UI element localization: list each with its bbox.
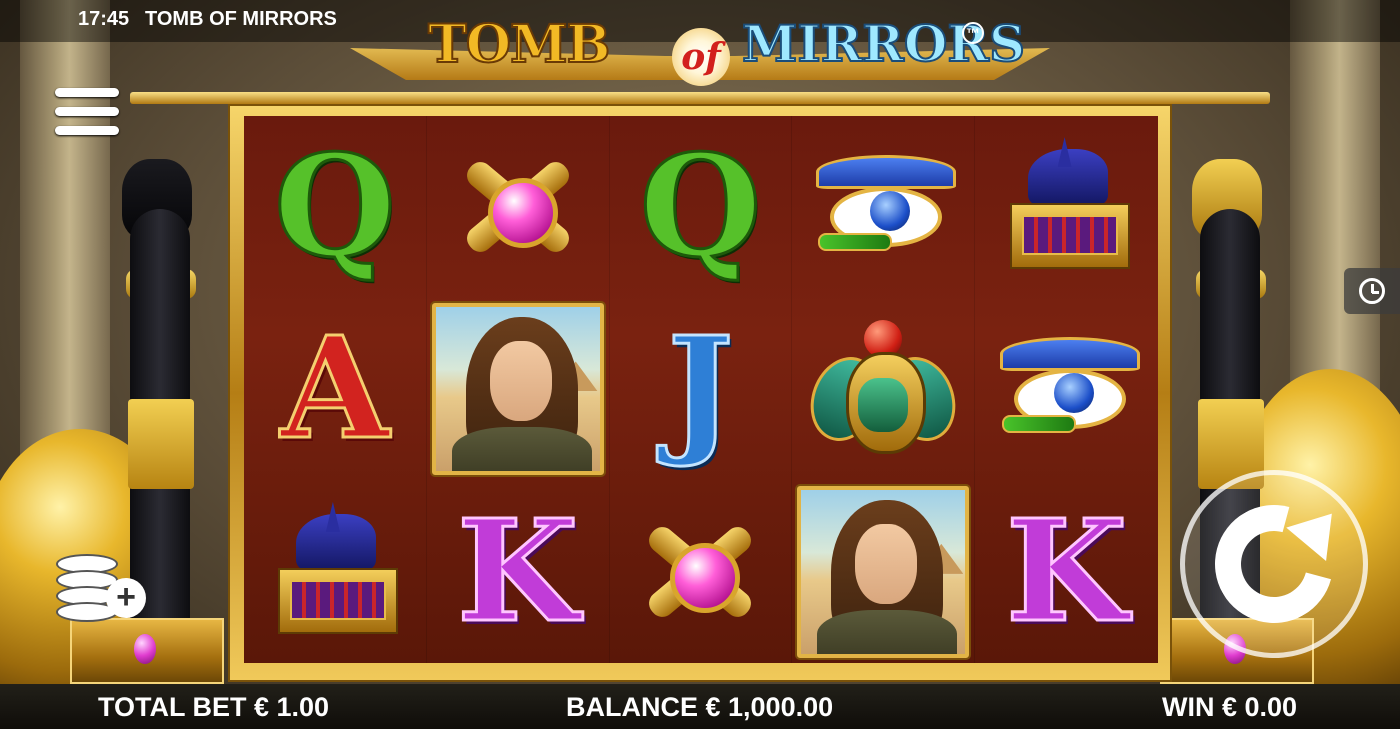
logo-word-tomb: TOMB [427, 13, 612, 76]
reel-cell: Q [610, 116, 793, 299]
symbol-letter-j: J [666, 307, 735, 472]
game-title: TOMB OF MIRRORS [145, 8, 337, 30]
statue-pedestal [70, 618, 224, 684]
reel-cell [610, 480, 793, 663]
spin-button[interactable] [1180, 470, 1368, 658]
symbol-letter-k: K [1004, 489, 1129, 654]
info-bar: TOTAL BET € 1.00 BALANCE € 1,000.00 WIN … [0, 684, 1400, 729]
frame-top-bar [130, 92, 1270, 104]
reel-cell: J [610, 298, 793, 481]
reel-cell [975, 298, 1158, 480]
symbol-explorer-woman [431, 303, 604, 476]
reel-grid: QQAJKK [244, 116, 1158, 663]
symbol-letter-q: Q [272, 125, 397, 290]
reel-cell [792, 298, 976, 481]
logo-word-mirrors: MIRRORS [741, 13, 1026, 74]
spin-arrow-icon [1193, 483, 1355, 645]
bet-settings-button[interactable]: + [56, 548, 146, 622]
logo-word-of: of [672, 28, 730, 86]
reel-cell [427, 116, 610, 299]
reel-cell [792, 480, 976, 663]
symbol-letter-q: Q [638, 125, 763, 290]
reel-cell: A [244, 298, 427, 481]
symbol-explorer-woman [797, 485, 970, 658]
reel-cell [427, 298, 610, 481]
symbol-eye-of-horus-icon [808, 147, 958, 267]
game-logo: TOMB of MIRRORS ™ [350, 4, 1050, 96]
reel-cell: Q [244, 116, 427, 299]
symbol-eye-of-horus-icon [992, 329, 1142, 449]
symbol-letter-a: A [279, 307, 391, 472]
symbol-anubis-chest-icon [270, 501, 400, 642]
symbol-amulet-icon [630, 507, 770, 637]
reel-cell [792, 116, 976, 299]
reel-cell: K [975, 481, 1158, 663]
win-display: WIN € 0.00 [1162, 692, 1298, 722]
history-clock-icon [1359, 278, 1385, 304]
plus-icon: + [106, 578, 146, 618]
clock: 17:45 [78, 8, 130, 30]
symbol-amulet-icon [448, 142, 588, 272]
total-bet-display: TOTAL BET € 1.00 [98, 692, 330, 722]
reel-cell [244, 480, 427, 663]
symbol-anubis-chest-icon [1002, 137, 1132, 277]
symbol-letter-k: K [455, 489, 580, 654]
trademark-icon: ™ [962, 22, 984, 44]
reel-cell: K [427, 480, 610, 663]
reel-cell [975, 116, 1158, 298]
history-button[interactable] [1344, 268, 1400, 314]
hamburger-menu-icon[interactable] [55, 88, 119, 146]
symbol-scarab-icon [799, 314, 967, 464]
balance-display: BALANCE € 1,000.00 [566, 692, 834, 722]
